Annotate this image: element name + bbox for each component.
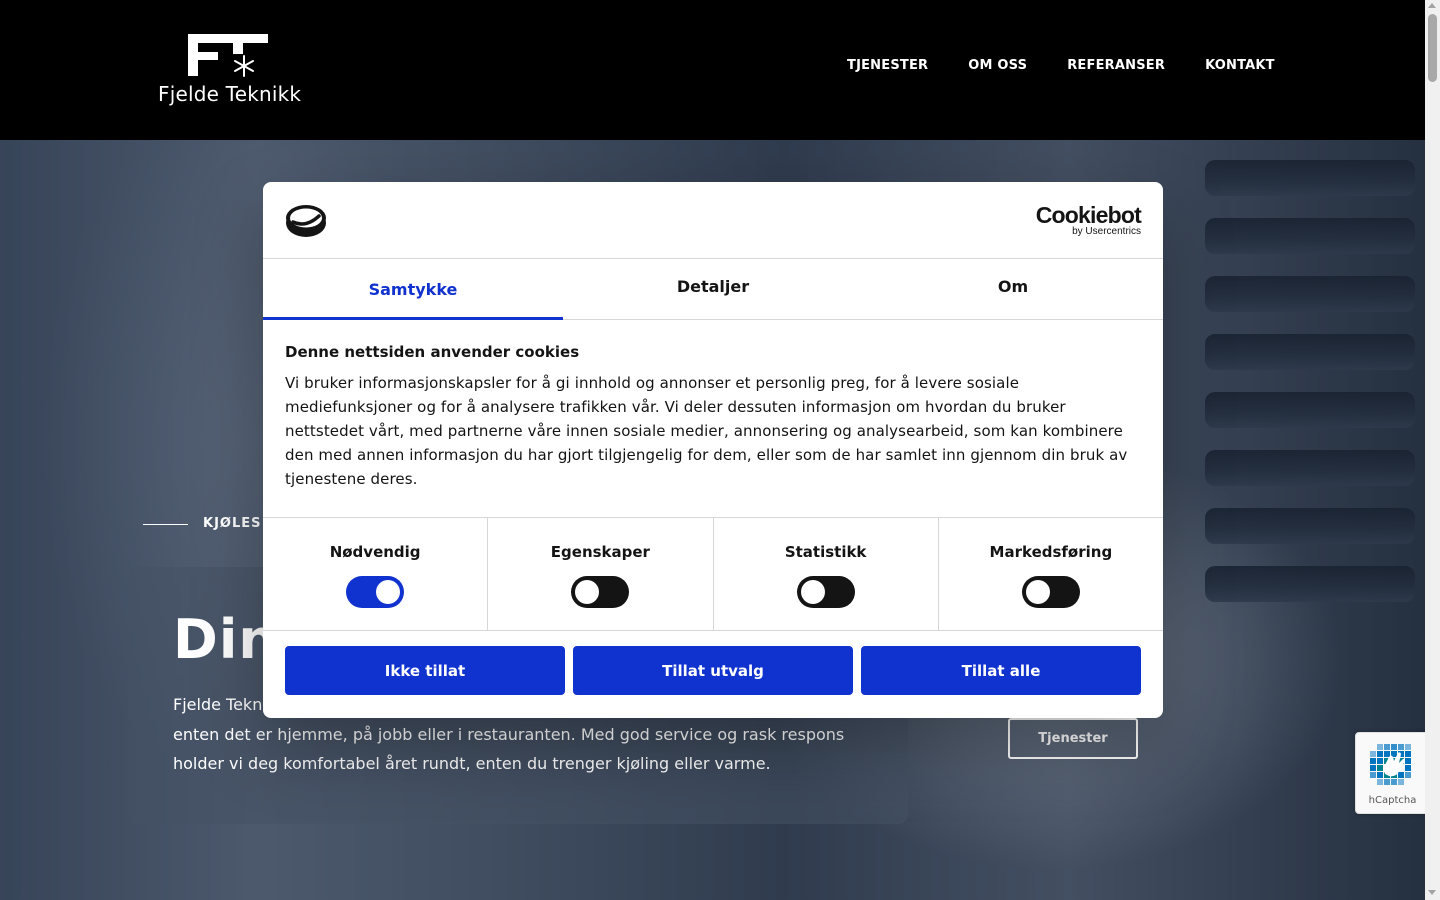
toggle-group-nodvendig: Nødvendig [263,518,489,630]
toggle-group-statistikk: Statistikk [714,518,939,630]
dialog-header: Cookiebot by Usercentrics [263,182,1163,259]
toggle-group-egenskaper: Egenskaper [488,518,714,630]
hero-text-line: enten det er hjemme, på jobb eller i res… [173,724,845,744]
tab-om[interactable]: Om [863,259,1163,319]
toggle-label: Egenskaper [550,543,650,561]
toggle-label: Statistikk [784,543,867,561]
toggle-markedsforing[interactable] [1021,576,1080,608]
toggle-label: Nødvendig [329,543,421,561]
tab-label: Samtykke [368,279,458,299]
nav-item-referanser[interactable]: REFERANSER [1067,58,1165,73]
nav-item-tjenester[interactable]: TJENESTER [847,58,928,73]
toggle-egenskaper[interactable] [571,576,630,608]
tab-label: Om [997,276,1029,296]
toggle-label: Markedsføring [989,543,1113,561]
hcaptcha-badge[interactable]: hCaptcha [1355,732,1430,814]
hcaptcha-label: hCaptcha [1368,795,1417,806]
ft-snowflake-logo-icon [188,34,268,77]
hcaptcha-hand-icon [1370,744,1411,785]
scroll-thumb[interactable] [1428,14,1437,82]
toggle-nodvendig[interactable] [346,576,405,608]
dialog-body: Denne nettsiden anvender cookies Vi bruk… [285,343,1141,491]
deny-button[interactable]: Ikke tillat [285,646,565,695]
tab-samtykke[interactable]: Samtykke [263,259,563,320]
dialog-tabs: Samtykke Detaljer Om [263,259,1163,320]
toggle-statistikk[interactable] [796,576,855,608]
dialog-heading: Denne nettsiden anvender cookies [285,343,580,361]
toggle-knob [575,580,600,604]
hero-text-line: holder vi deg komfortabel året rundt, en… [173,754,771,773]
toggle-knob [1025,580,1050,604]
tab-label: Detaljer [676,276,750,296]
site-logo[interactable]: Fjelde Teknikk [158,32,303,112]
cookiebot-brand-name: Cookiebot [1035,202,1142,228]
allow-all-button[interactable]: Tillat alle [861,646,1141,695]
toggle-group-markedsforing: Markedsføring [939,518,1163,630]
logo-text: Fjelde Teknikk [158,82,302,106]
scroll-up-arrow-icon[interactable] [1428,3,1436,8]
eyebrow-divider [143,524,188,525]
nav-item-kontakt[interactable]: KONTAKT [1205,58,1275,73]
cookie-consent-dialog: Cookiebot by Usercentrics Samtykke Detal… [263,182,1163,718]
dialog-actions: Ikke tillat Tillat utvalg Tillat alle [285,646,1141,695]
dialog-description: Vi bruker informasjonskapsler for å gi i… [285,374,1128,488]
toggle-knob [376,580,401,604]
toggle-knob [800,580,825,604]
hero-eyebrow: KJØLES [203,516,262,531]
allow-selection-button[interactable]: Tillat utvalg [573,646,853,695]
tab-detaljer[interactable]: Detaljer [563,259,863,319]
nav-item-om-oss[interactable]: OM OSS [968,58,1027,73]
page-scrollbar[interactable] [1425,0,1440,900]
tjenester-button[interactable]: Tjenester [1008,718,1138,759]
scroll-down-arrow-icon[interactable] [1428,890,1436,895]
site-header: Fjelde Teknikk TJENESTER OM OSS REFERANS… [0,0,1425,140]
consent-toggles: Nødvendig Egenskaper Statistikk Markedsf… [263,517,1163,631]
cookiebot-logo-icon [286,205,326,237]
cookiebot-brand[interactable]: Cookiebot by Usercentrics [1035,202,1142,238]
main-nav: TJENESTER OM OSS REFERANSER KONTAKT [847,58,1275,73]
